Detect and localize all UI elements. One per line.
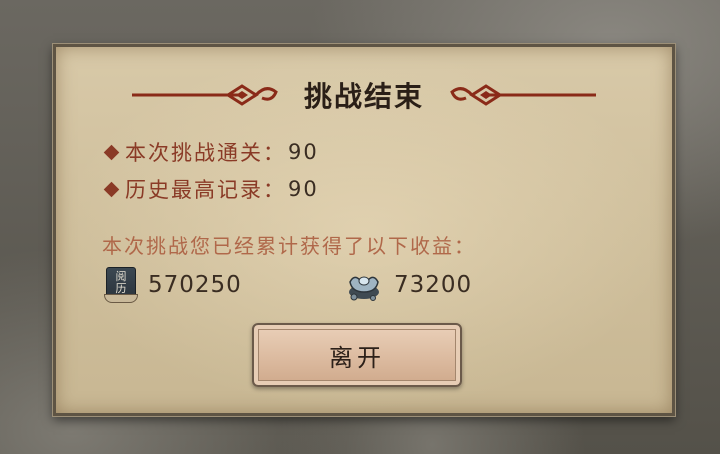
reward-experience-value: 570250 xyxy=(148,272,242,298)
reward-silver-value: 73200 xyxy=(394,272,473,298)
title-row: 挑战结束 xyxy=(56,75,672,115)
stat-cleared-value: 90 xyxy=(288,140,319,164)
diamond-bullet-icon xyxy=(103,144,120,160)
stat-cleared: 本次挑战通关： 90 xyxy=(103,137,319,167)
reward-silver: 73200 xyxy=(346,265,472,305)
leave-button[interactable]: 离开 xyxy=(252,323,462,387)
book-icon: 阅 历 xyxy=(104,267,138,303)
stat-best-label: 历史最高记录： xyxy=(125,178,286,202)
right-ornament-icon xyxy=(450,84,596,106)
stat-cleared-label: 本次挑战通关： xyxy=(125,141,286,165)
gains-label: 本次挑战您已经累计获得了以下收益： xyxy=(102,234,476,258)
left-ornament-icon xyxy=(131,84,278,106)
stat-best-record: 历史最高记录： 90 xyxy=(103,174,319,204)
silver-ingot-icon xyxy=(349,276,379,301)
dialog-title: 挑战结束 xyxy=(303,80,424,113)
challenge-result-dialog: 挑战结束 本次挑战通关： 90 历史最高记录： 90 本次挑战您已经累计获得了以… xyxy=(53,44,675,416)
reward-experience: 阅 历 570250 xyxy=(104,265,242,305)
diamond-bullet-icon xyxy=(103,181,120,197)
stat-best-value: 90 xyxy=(288,177,319,201)
